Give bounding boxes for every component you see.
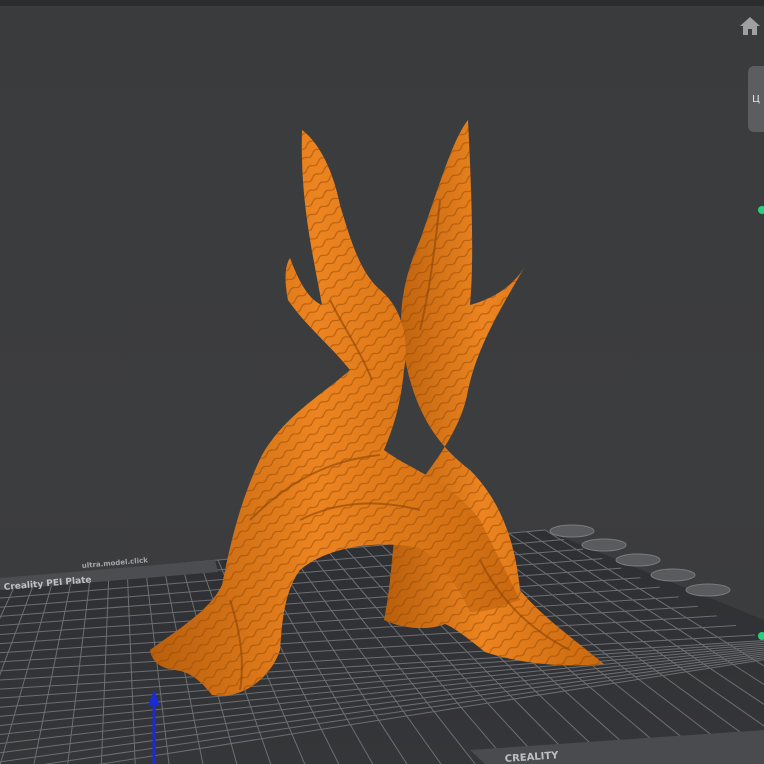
home-view-button[interactable] [738, 14, 762, 38]
build-plate: Creality PEI Plate ultra.model.click CRE… [0, 524, 764, 764]
home-icon [740, 17, 760, 35]
view-gizmo-handle-top[interactable] [758, 206, 764, 214]
view-gizmo-handle-bottom[interactable] [758, 632, 764, 640]
scene-canvas[interactable]: Creality PEI Plate ultra.model.click CRE… [0, 0, 764, 764]
side-panel-tab[interactable]: Ц [748, 66, 764, 132]
side-panel-tab-glyph: Ц [752, 93, 760, 105]
3d-viewport[interactable]: Creality PEI Plate ultra.model.click CRE… [0, 0, 764, 764]
